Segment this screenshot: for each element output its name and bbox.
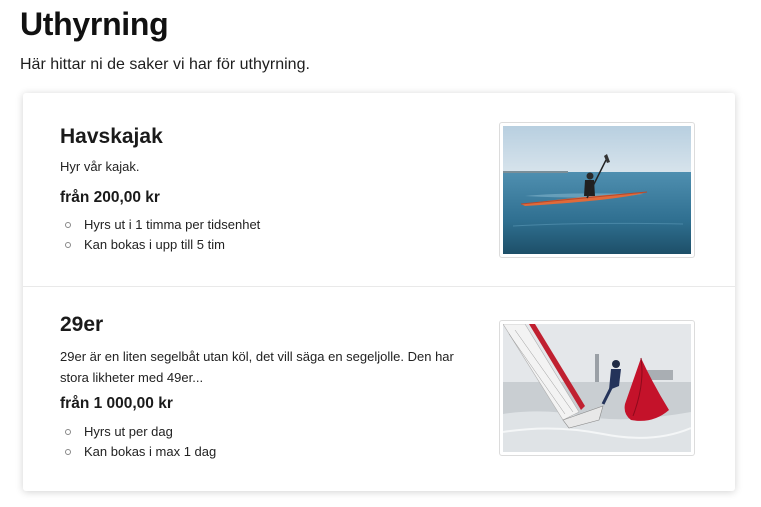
- kayak-image[interactable]: [499, 122, 695, 258]
- rental-list: Havskajak Hyr vår kajak. från 200,00 kr …: [23, 93, 735, 491]
- feature-item: Hyrs ut i 1 timma per tidsenhet: [60, 215, 260, 235]
- item-description: Hyr vår kajak.: [60, 159, 140, 174]
- item-price: från 200,00 kr: [60, 189, 160, 206]
- feature-item: Kan bokas i upp till 5 tim: [60, 235, 260, 255]
- item-title[interactable]: 29er: [60, 313, 103, 337]
- feature-item: Hyrs ut per dag: [60, 422, 216, 442]
- sailboat-image[interactable]: [499, 320, 695, 456]
- kayak-photo-icon: [503, 126, 691, 254]
- item-title[interactable]: Havskajak: [60, 125, 163, 149]
- sailboat-photo-icon: [503, 324, 691, 452]
- item-features: Hyrs ut per dag Kan bokas i max 1 dag: [60, 422, 216, 462]
- item-description: 29er är en liten segelbåt utan köl, det …: [60, 349, 454, 385]
- page-intro: Här hittar ni de saker vi har för uthyrn…: [20, 56, 310, 73]
- rental-item[interactable]: Havskajak Hyr vår kajak. från 200,00 kr …: [23, 93, 735, 287]
- rental-page: Uthyrning Här hittar ni de saker vi har …: [0, 0, 761, 507]
- feature-item: Kan bokas i max 1 dag: [60, 442, 216, 462]
- item-features: Hyrs ut i 1 timma per tidsenhet Kan boka…: [60, 215, 260, 255]
- item-price: från 1 000,00 kr: [60, 395, 173, 412]
- rental-item[interactable]: 29er 29er är en liten segelbåt utan köl,…: [23, 287, 735, 491]
- page-title: Uthyrning: [20, 6, 169, 42]
